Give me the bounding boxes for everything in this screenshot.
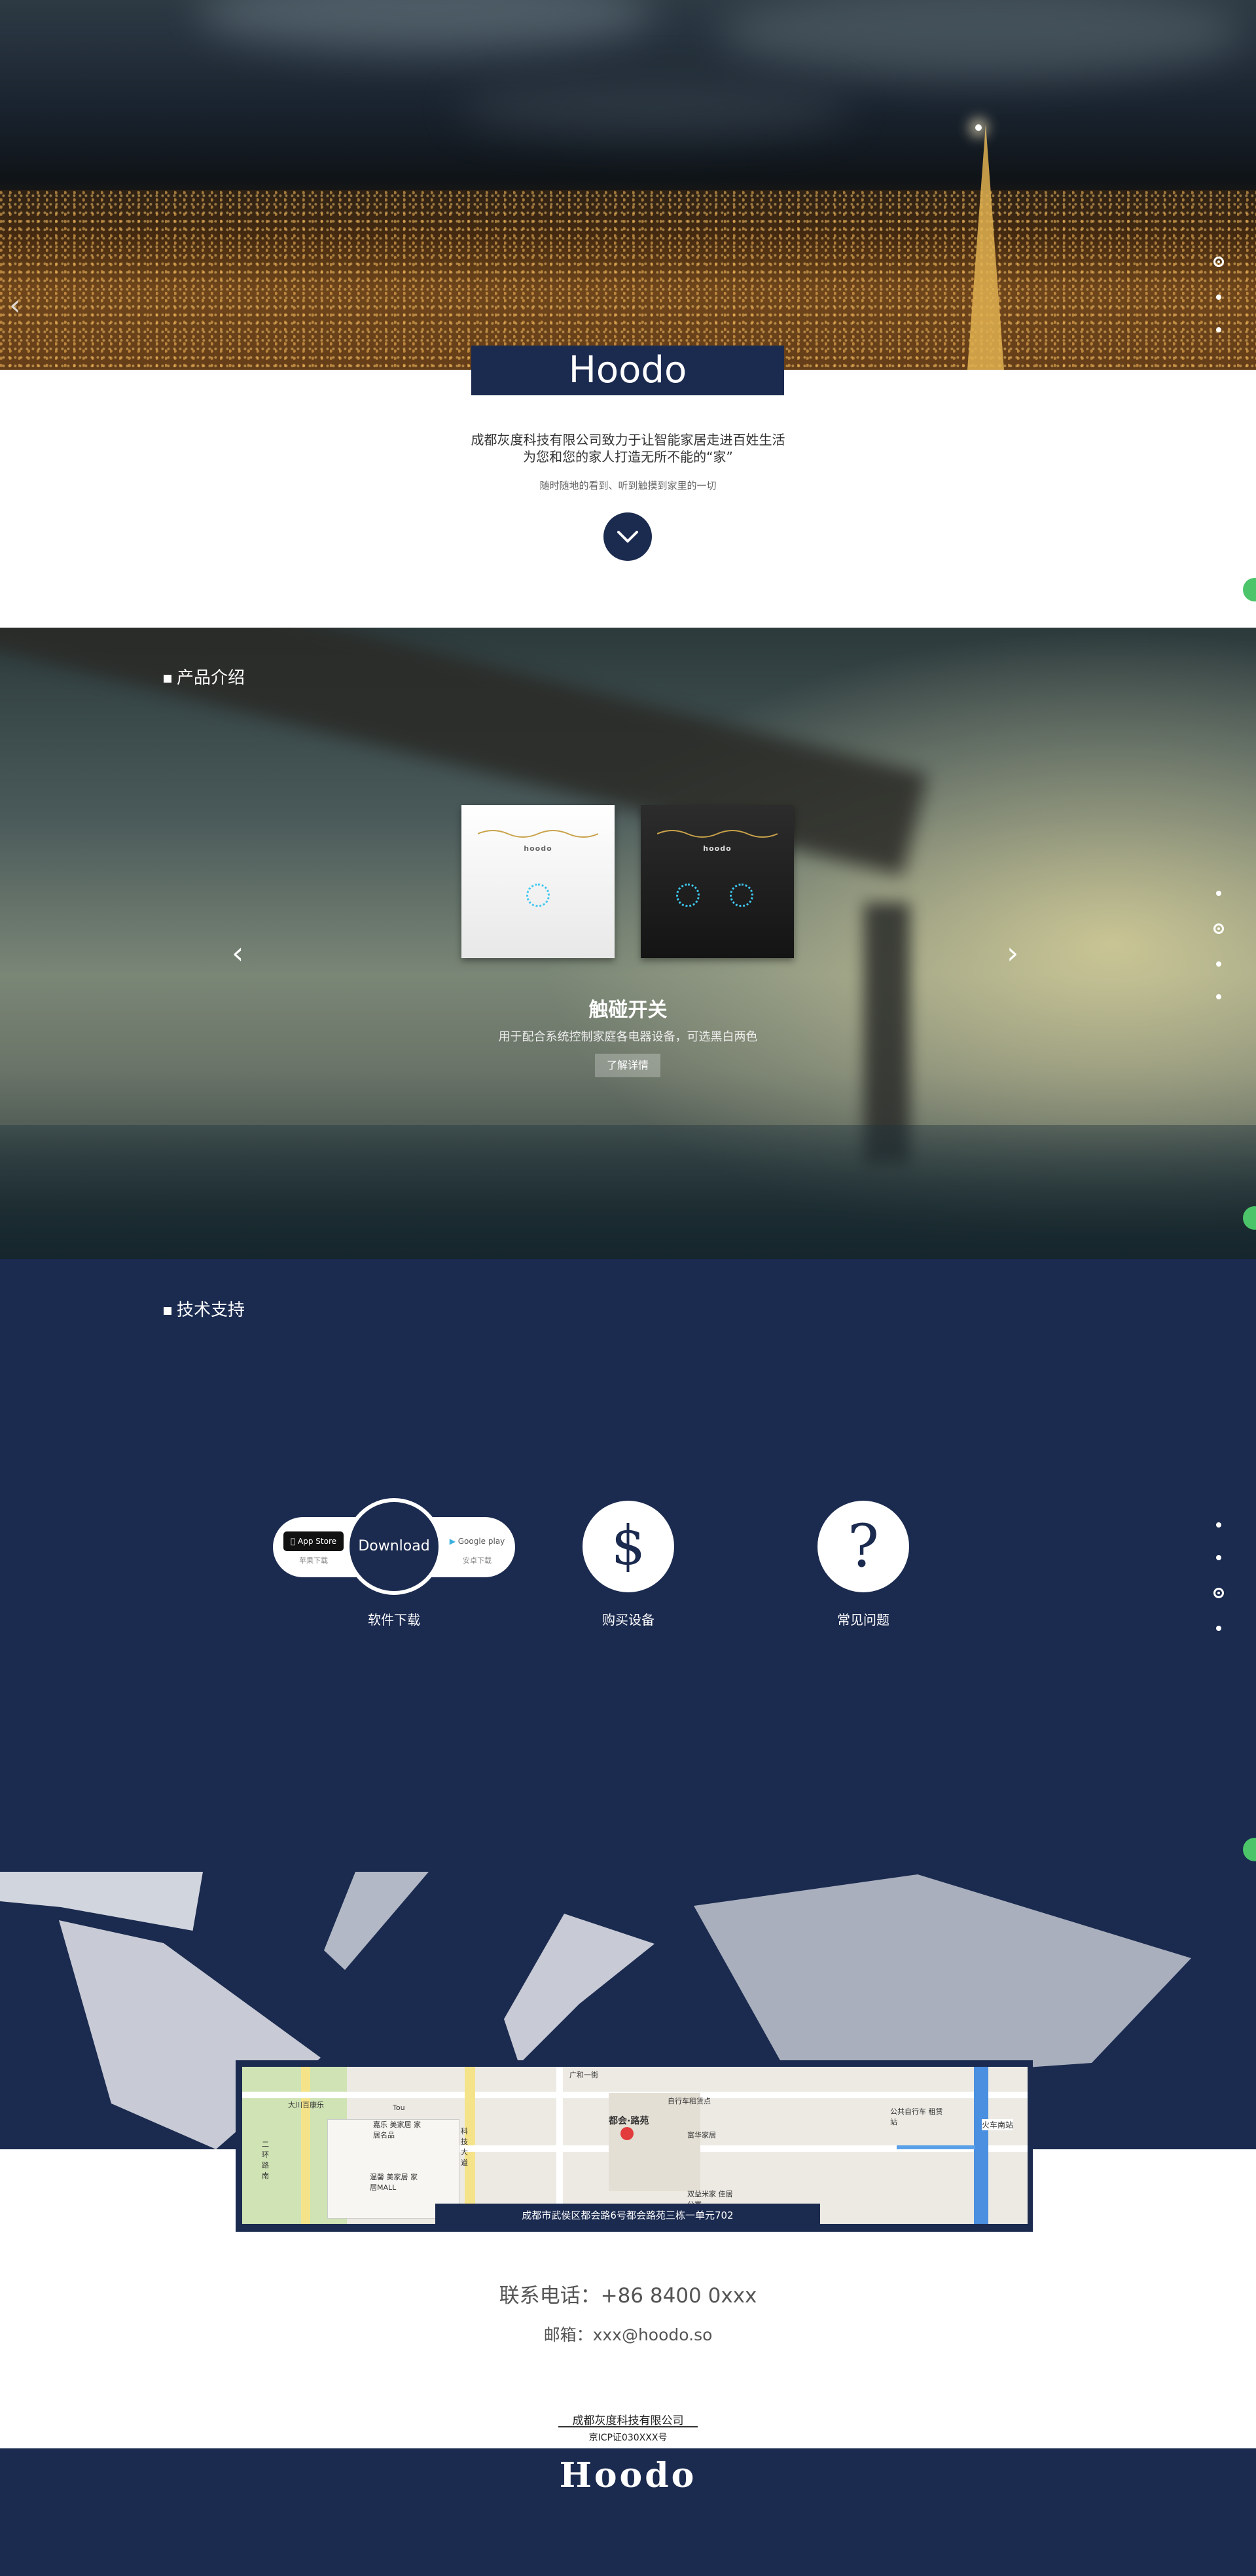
product-prev-arrow[interactable]: ‹ <box>232 938 243 968</box>
map-address: 成都市武侯区都会路6号都会路苑三栋一单元702 <box>435 2204 820 2227</box>
app-store-button[interactable]:  App Store <box>283 1531 344 1551</box>
gold-ornament-icon <box>478 830 598 838</box>
support-section <box>0 1259 1256 2149</box>
support-pager <box>1212 1522 1225 1658</box>
eiffel-tower <box>967 124 1004 370</box>
contact-phone: 联系电话：+86 8400 0xxx <box>499 2284 757 2308</box>
contact-email[interactable]: 邮箱：xxx@hoodo.so <box>0 2322 1256 2346</box>
product-next-arrow[interactable]: › <box>1007 938 1018 968</box>
pager-dot-2[interactable] <box>1216 1555 1221 1560</box>
pager-dot-1[interactable] <box>1216 891 1221 896</box>
location-map[interactable]: 大川百康乐 Tou 嘉乐 美家居 家居名品 温馨 美家居 家居MALL 都会·路… <box>242 2067 1028 2224</box>
scroll-down-button[interactable] <box>603 512 652 561</box>
dollar-icon: $ <box>611 1515 646 1577</box>
black-switch-panel[interactable]: hoodo <box>641 805 794 958</box>
tagline-line-2: 为您和您的家人打造无所不能的“家” <box>523 449 733 465</box>
product-description: 用于配合系统控制家庭各电器设备，可选黑白两色 <box>498 1030 758 1044</box>
touch-led-icon <box>730 884 753 907</box>
google-play-caption: 安卓下载 <box>463 1556 492 1565</box>
pager-dot-1[interactable] <box>1216 1522 1221 1528</box>
icp-license: 京ICP证030XXX号 <box>588 2433 668 2443</box>
product-details-button[interactable]: 了解详情 <box>595 1054 660 1077</box>
footer-logo: Hoodo <box>559 2456 697 2496</box>
hero-pager <box>1212 257 1225 360</box>
product-section <box>0 628 1256 1259</box>
map-pin-icon <box>620 2127 634 2140</box>
pager-dot-1[interactable] <box>1213 257 1224 267</box>
white-switch-panel[interactable]: hoodo <box>461 805 615 958</box>
brand-title: Hoodo <box>471 346 784 395</box>
pager-dot-2[interactable] <box>1213 923 1224 934</box>
company-divider <box>558 2426 698 2427</box>
apple-icon:  <box>291 1537 295 1546</box>
chevron-down-icon <box>617 531 638 543</box>
product-pager <box>1212 891 1225 1027</box>
pager-dot-3[interactable] <box>1216 327 1221 332</box>
buy-device-button[interactable]: $ <box>583 1501 674 1592</box>
google-play-button[interactable]: ▶ Google play <box>444 1531 510 1551</box>
download-button[interactable]: Download <box>346 1498 442 1595</box>
gold-ornament-icon <box>657 830 778 838</box>
faq-button[interactable]: ? <box>817 1501 909 1592</box>
google-play-icon: ▶ <box>449 1537 456 1546</box>
faq-label: 常见问题 <box>837 1612 889 1628</box>
support-section-title: 技术支持 <box>164 1297 245 1321</box>
hero-subline: 随时随地的看到、听到触摸到家里的一切 <box>539 480 717 492</box>
product-name: 触碰开关 <box>588 999 668 1022</box>
company-name: 成都灰度科技有限公司 <box>572 2414 684 2427</box>
tagline-line-1: 成都灰度科技有限公司致力于让智能家居走进百姓生活 <box>471 432 785 448</box>
hero-prev-arrow[interactable]: ‹ <box>9 291 21 320</box>
pager-dot-4[interactable] <box>1216 1626 1221 1631</box>
product-section-title: 产品介绍 <box>164 664 245 689</box>
side-float-button-1[interactable] <box>1243 578 1256 601</box>
touch-led-icon <box>676 884 700 907</box>
hero-banner: ‹ <box>0 0 1256 370</box>
touch-led-icon <box>526 884 550 907</box>
pager-dot-3[interactable] <box>1213 1588 1224 1598</box>
pager-dot-3[interactable] <box>1216 961 1221 967</box>
pager-dot-4[interactable] <box>1216 994 1221 999</box>
app-store-caption: 苹果下载 <box>299 1556 328 1565</box>
buy-device-label: 购买设备 <box>602 1612 655 1628</box>
pager-dot-2[interactable] <box>1216 295 1221 300</box>
software-download-label: 软件下载 <box>368 1612 420 1628</box>
question-icon: ? <box>847 1512 880 1581</box>
